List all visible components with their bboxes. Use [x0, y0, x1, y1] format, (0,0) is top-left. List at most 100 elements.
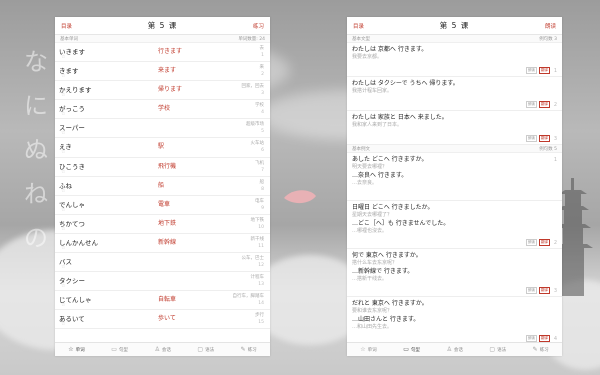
vocabulary-row[interactable]: ふね船船 ☆ 8 — [55, 177, 270, 196]
vocabulary-tab-bar: ☆ 单词 ▭ 句型 ♙ 会话 ▢ 语法 ✎ 练习 — [55, 342, 270, 356]
tab-practice[interactable]: ✎ 练习 — [533, 346, 549, 353]
tab-conversation[interactable]: ♙ 会话 — [446, 346, 462, 353]
translate-badge[interactable]: 翻译 — [539, 67, 550, 74]
translate-badge[interactable]: 翻译 — [539, 335, 550, 342]
favorite-star-icon[interactable]: ☆ — [61, 226, 65, 232]
example-question-chinese: 星期天去哪裡了？ — [352, 212, 393, 218]
word-kanji: 自転車 — [158, 296, 177, 304]
tab-vocabulary[interactable]: ☆ 单词 — [360, 346, 376, 353]
section-label: 基本文型 — [352, 36, 370, 42]
toc-button[interactable]: 目录 — [353, 22, 364, 30]
read-badge[interactable]: 朗读 — [526, 287, 537, 294]
vocabulary-row[interactable]: ちかてつ 地下鉄 地下铁 ☆ 10 — [55, 215, 270, 234]
read-badge[interactable]: 朗读 — [526, 67, 537, 74]
vocabulary-row[interactable]: えき駅火车站 ☆ 6 — [55, 138, 270, 158]
background-kana: の — [24, 224, 48, 252]
tab-practice[interactable]: ✎ 练习 — [241, 346, 257, 353]
translate-badge[interactable]: 翻译 — [539, 239, 550, 246]
vocabulary-row[interactable]: あるいて 歩いて 步行 ☆ 15 — [55, 310, 270, 330]
favorite-star-icon[interactable]: ☆ — [61, 149, 65, 155]
pattern-number: 1 — [553, 68, 557, 74]
word-kanji: 歩いて — [158, 315, 176, 323]
tab-grammar[interactable]: ▢ 语法 — [197, 346, 214, 353]
example-question: だれと 東京へ 行きますか。 — [352, 300, 428, 307]
basic-patterns-header: 基本文型 例句数 3 — [347, 35, 562, 43]
word-meaning: 火车站 — [250, 141, 265, 147]
vocabulary-row[interactable]: ひこうき 飛行機 飞机 ☆ 7 — [55, 158, 270, 177]
word-number: 12 — [258, 263, 264, 269]
pattern-chinese: 我搭计程车回家。 — [352, 88, 393, 94]
person-icon: ♙ — [446, 346, 452, 353]
word-meaning: 回家，回去 — [241, 84, 265, 90]
tab-label: 会话 — [161, 347, 171, 353]
word-number: 5 — [261, 129, 264, 135]
example-item[interactable]: 日曜日 どこへ 行きましたか。 星期天去哪裡了？ …どこ［へ］も 行きませんでし… — [347, 201, 562, 249]
pencil-icon: ✎ — [240, 346, 246, 353]
example-item[interactable]: だれと 東京へ 行きますか。 要和谁去东京呢？ …山田さんと 行きます。 …和山… — [347, 297, 562, 345]
vocabulary-row[interactable]: タクシー 计程车 ☆ 13 — [55, 272, 270, 292]
translate-badge[interactable]: 翻译 — [539, 135, 550, 142]
tab-conversation[interactable]: ♙ 会话 — [154, 346, 170, 353]
word-meaning: 学校 — [255, 103, 264, 109]
pattern-japanese: わたしは 家族と 日本へ 来ました。 — [352, 114, 448, 121]
favorite-star-icon[interactable]: ☆ — [61, 245, 65, 251]
tab-sentence-patterns[interactable]: ▭ 句型 — [403, 346, 420, 353]
favorite-star-icon[interactable]: ☆ — [61, 264, 65, 270]
favorite-star-icon[interactable]: ☆ — [61, 73, 65, 79]
toc-button[interactable]: 目录 — [61, 22, 72, 30]
example-item[interactable]: あした どこへ 行きますか。 明天要去哪裡？ …奈良へ 行きます。 …去奈良。 … — [347, 153, 562, 201]
vocabulary-row[interactable]: スーパー 超级市场 ☆ 5 — [55, 119, 270, 139]
sentence-icon: ▭ — [111, 346, 117, 353]
vocabulary-row[interactable]: いきます 行きます去 ☆ 1 — [55, 43, 270, 63]
favorite-star-icon[interactable]: ☆ — [61, 111, 65, 117]
read-badge[interactable]: 朗读 — [526, 239, 537, 246]
read-aloud-button[interactable]: 朗读 — [545, 22, 556, 30]
pattern-item[interactable]: わたしは 家族と 日本へ 来ました。 我和家人来到了日本。 朗读 翻译 3 — [347, 111, 562, 145]
word-kanji: 地下鉄 — [158, 219, 177, 227]
background-kana: に — [24, 92, 48, 120]
word-meaning: 来 — [259, 65, 265, 71]
practice-button[interactable]: 练习 — [253, 22, 264, 30]
sentence-icon: ▭ — [403, 346, 409, 353]
read-badge[interactable]: 朗读 — [526, 101, 537, 108]
favorite-star-icon[interactable]: ☆ — [61, 130, 65, 136]
vocabulary-row[interactable]: じてんしゃ 自転車 自行车，脚踏车 ☆ 14 — [55, 291, 270, 311]
background-kana: ね — [24, 180, 48, 208]
favorite-star-icon[interactable]: ☆ — [61, 321, 65, 327]
background-kana: な — [24, 48, 48, 76]
favorite-star-icon[interactable]: ☆ — [61, 283, 65, 289]
example-item[interactable]: 何で 東京へ 行きますか。 搭什么车去东京呢？ …新幹線で 行きます。 …搭新干… — [347, 249, 562, 297]
pattern-chinese: 我要去京都。 — [352, 54, 383, 60]
vocabulary-row[interactable]: かえります 帰ります 回家，回去 ☆ 3 — [55, 81, 270, 101]
favorite-star-icon[interactable]: ☆ — [61, 302, 65, 308]
example-answer-chinese: …去奈良。 — [352, 180, 378, 186]
favorite-star-icon[interactable]: ☆ — [61, 188, 65, 194]
translate-badge[interactable]: 翻译 — [539, 287, 550, 294]
example-question: 日曜日 どこへ 行きましたか。 — [352, 204, 434, 211]
pattern-japanese: わたしは タクシーで うちへ 帰ります。 — [352, 80, 459, 87]
pattern-item[interactable]: わたしは 京都へ 行きます。 我要去京都。 朗读 翻译 1 — [347, 43, 562, 77]
translate-badge[interactable]: 翻译 — [539, 101, 550, 108]
lesson-title: 第 5 课 — [439, 21, 470, 30]
pattern-item[interactable]: わたしは タクシーで うちへ 帰ります。 我搭计程车回家。 朗读 翻译 2 — [347, 77, 562, 111]
read-badge[interactable]: 朗读 — [526, 135, 537, 142]
vocabulary-row[interactable]: しんかんせん 新幹線 新干线 ☆ 11 — [55, 234, 270, 254]
word-number: 8 — [261, 186, 264, 192]
favorite-star-icon[interactable]: ☆ — [61, 54, 65, 60]
tab-label: 语法 — [497, 347, 507, 353]
vocabulary-row[interactable]: きます 来ます来 ☆ 2 — [55, 62, 270, 82]
word-number: 2 — [261, 72, 264, 78]
example-question: あした どこへ 行きますか。 — [352, 156, 428, 163]
favorite-star-icon[interactable]: ☆ — [61, 207, 65, 213]
vocabulary-row[interactable]: がっこう 学校 学校 ☆ 4 — [55, 100, 270, 120]
vocabulary-row[interactable]: バス 公车，巴士 ☆ 12 — [55, 253, 270, 273]
read-badge[interactable]: 朗读 — [526, 335, 537, 342]
tab-vocabulary[interactable]: ☆ 单词 — [68, 346, 84, 353]
pattern-chinese: 我和家人来到了日本。 — [352, 122, 403, 128]
vocabulary-row[interactable]: でんしゃ 電車 电车 ☆ 9 — [55, 196, 270, 215]
tab-grammar[interactable]: ▢ 语法 — [489, 346, 506, 353]
favorite-star-icon[interactable]: ☆ — [61, 169, 65, 175]
tab-sentence-patterns[interactable]: ▭ 句型 — [111, 346, 128, 353]
word-meaning: 船 — [259, 179, 265, 185]
favorite-star-icon[interactable]: ☆ — [61, 92, 65, 98]
